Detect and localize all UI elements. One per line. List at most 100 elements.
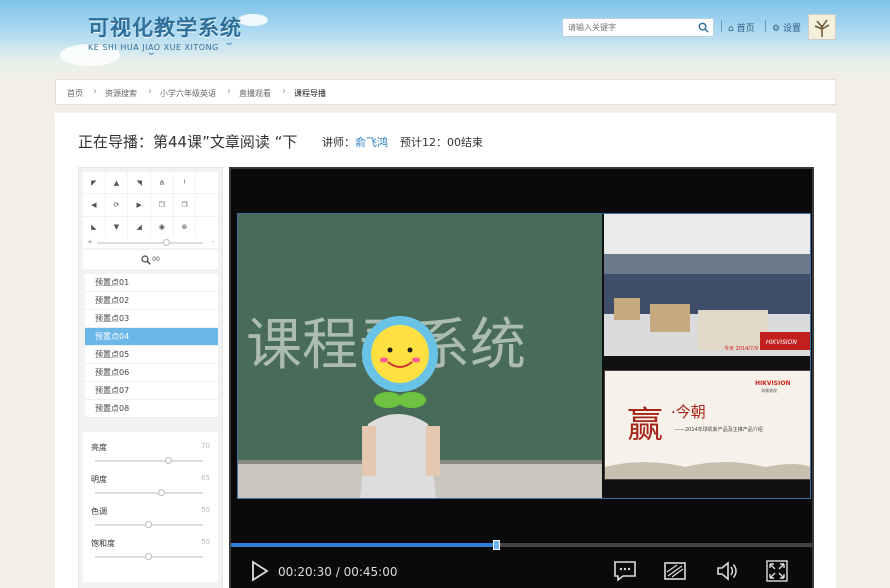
subtitle-icon[interactable] [663, 559, 687, 583]
preset-item[interactable]: 预置点07 [85, 382, 218, 400]
zoom-icon [141, 254, 151, 265]
preset-item[interactable]: 预置点06 [85, 364, 218, 382]
preset-list: 预置点01 预置点02 预置点03 预置点04 预置点05 预置点06 预置点0… [85, 274, 218, 418]
lightness-value: 65 [201, 474, 210, 482]
tele-button[interactable]: ⍿ [173, 172, 196, 194]
progress-bar[interactable] [231, 540, 812, 550]
search-input[interactable] [563, 19, 691, 36]
zoom-button[interactable]: 00 [83, 250, 218, 269]
close-circle-icon[interactable]: ⊗ [173, 216, 196, 238]
lightness-knob[interactable] [158, 489, 165, 496]
time-display: 00:20:30 / 00:45:00 [278, 565, 398, 579]
hue-label: 色调 [91, 507, 107, 516]
breadcrumb-resource-search[interactable]: 资源搜索 [105, 88, 137, 99]
slide-subtitle: ——2014年球机新产品及主推产品介绍 [675, 426, 763, 433]
spacer [196, 172, 218, 194]
brightness-knob[interactable] [165, 457, 172, 464]
end-time: 预计12：00结束 [400, 136, 483, 149]
progress-fill [231, 543, 496, 547]
slide-brand: HIKVISION [755, 380, 790, 387]
saturation-knob[interactable] [145, 553, 152, 560]
saturation-value: 50 [201, 538, 210, 546]
logo-title: 可视化教学系统 [88, 16, 242, 40]
slider-track [97, 242, 203, 244]
home-link[interactable]: ⌂ 首页 [728, 21, 755, 34]
pan-up-button[interactable]: ▲ [105, 172, 128, 194]
search-icon[interactable] [698, 22, 709, 33]
brightness-slider[interactable] [95, 460, 203, 462]
saturation-label: 饱和度 [91, 539, 115, 548]
comment-icon[interactable] [613, 559, 637, 583]
settings-link[interactable]: ⚙ 设置 [772, 21, 801, 34]
avatar[interactable] [808, 14, 836, 40]
audience-camera-view: 今天 2014/7/9 HIKVISION [604, 214, 810, 356]
preset-item[interactable]: 预置点01 [85, 274, 218, 292]
teacher-info: 讲师：俞飞鸿 [322, 134, 388, 150]
breadcrumb-live-watch[interactable]: 直播观看 [239, 88, 271, 99]
divider [721, 20, 722, 32]
fullscreen-icon[interactable] [765, 559, 789, 583]
preset-item[interactable]: 预置点08 [85, 400, 218, 418]
slide-big-char: 赢 [627, 405, 663, 446]
pan-down-button[interactable]: ▼ [105, 216, 128, 238]
page-title: 正在导播：第44课”文章阅读 “下 [78, 133, 298, 151]
preset-item[interactable]: 预置点03 [85, 310, 218, 328]
pan-left-button[interactable]: ◀ [83, 194, 105, 216]
bird-decoration: ⌣ [148, 48, 155, 59]
slide-title: ·今朝 [671, 403, 706, 421]
pan-down-left-button[interactable]: ◣ [83, 216, 105, 238]
home-label: 首页 [736, 24, 755, 34]
chevron-right-icon: › [93, 86, 97, 97]
hall-date: 今天 2014/7/9 [724, 345, 758, 352]
brightness-label: 亮度 [91, 443, 107, 452]
chevron-right-icon: › [282, 86, 286, 97]
speed-slider[interactable]: + - [83, 238, 218, 248]
brightness-value: 70 [201, 442, 210, 450]
lightness-label: 明度 [91, 475, 107, 484]
teacher-name-link[interactable]: 俞飞鸿 [355, 136, 388, 149]
main-content: 正在导播：第44课”文章阅读 “下 讲师：俞飞鸿 预计12：00结束 ◤ ▲ ◥… [55, 113, 836, 588]
pan-down-right-button[interactable]: ◢ [128, 216, 150, 238]
play-icon[interactable] [247, 559, 271, 583]
preset-item[interactable]: 预置点02 [85, 292, 218, 310]
pan-up-left-button[interactable]: ◤ [83, 172, 105, 194]
video-stage[interactable]: 课程录系统 [237, 213, 811, 499]
logo-subtitle: KE SHI HUA JIAO XUE XITONG [88, 43, 219, 52]
logo[interactable]: 可视化教学系统 KE SHI HUA JIAO XUE XITONG [88, 12, 242, 52]
bird-decoration: ⌣ [226, 38, 233, 49]
search-box [562, 18, 714, 37]
pan-up-right-button[interactable]: ◥ [128, 172, 150, 194]
header: 可视化教学系统 KE SHI HUA JIAO XUE XITONG ⌣ ⌣ ⌂… [0, 0, 890, 78]
main-camera-view: 课程录系统 [238, 214, 602, 498]
window-icon[interactable]: ❐ [173, 194, 196, 216]
video-player[interactable]: 课程录系统 [229, 167, 814, 588]
hue-value: 50 [201, 506, 210, 514]
breadcrumb-grade6-english[interactable]: 小学六年级英语 [160, 88, 216, 99]
ptz-controls: ◤ ▲ ◥ ⋔ ⍿ ◀ ⟳ ▶ ❐ ❐ ◣ ▼ ◢ ◉ ⊗ [83, 172, 218, 238]
tree-icon [814, 19, 830, 37]
zoom-label: 00 [152, 256, 160, 263]
wide-angle-button[interactable]: ⋔ [150, 172, 173, 194]
volume-icon[interactable] [715, 559, 739, 583]
progress-handle[interactable] [493, 540, 500, 550]
reset-icon[interactable]: ⟳ [105, 194, 128, 216]
preset-item[interactable]: 预置点05 [85, 346, 218, 364]
lightness-slider[interactable] [95, 492, 203, 494]
image-adjust-panel: 亮度 70 明度 65 色调 50 饱和度 50 [83, 432, 218, 582]
breadcrumb-home[interactable]: 首页 [67, 88, 83, 99]
chevron-right-icon: › [227, 86, 231, 97]
slider-knob[interactable] [163, 239, 170, 246]
spacer [196, 194, 218, 216]
record-icon[interactable]: ◉ [150, 216, 173, 238]
hue-knob[interactable] [145, 521, 152, 528]
divider [765, 20, 766, 32]
preset-item[interactable]: 预置点04 [85, 328, 218, 346]
window-icon[interactable]: ❐ [150, 194, 173, 216]
player-controls: 00:20:30 / 00:45:00 [231, 554, 812, 588]
cloud-decoration [238, 14, 268, 26]
chevron-right-icon: › [148, 86, 152, 97]
pan-right-button[interactable]: ▶ [128, 194, 150, 216]
lecture-hall-scene: 今天 2014/7/9 HIKVISION [604, 214, 810, 356]
breadcrumb-current: 课程导播 [294, 89, 326, 98]
presentation-slide: HIKVISION 海康威视 赢 ·今朝 ——2014年球机新产品及主推产品介绍 [605, 371, 810, 479]
